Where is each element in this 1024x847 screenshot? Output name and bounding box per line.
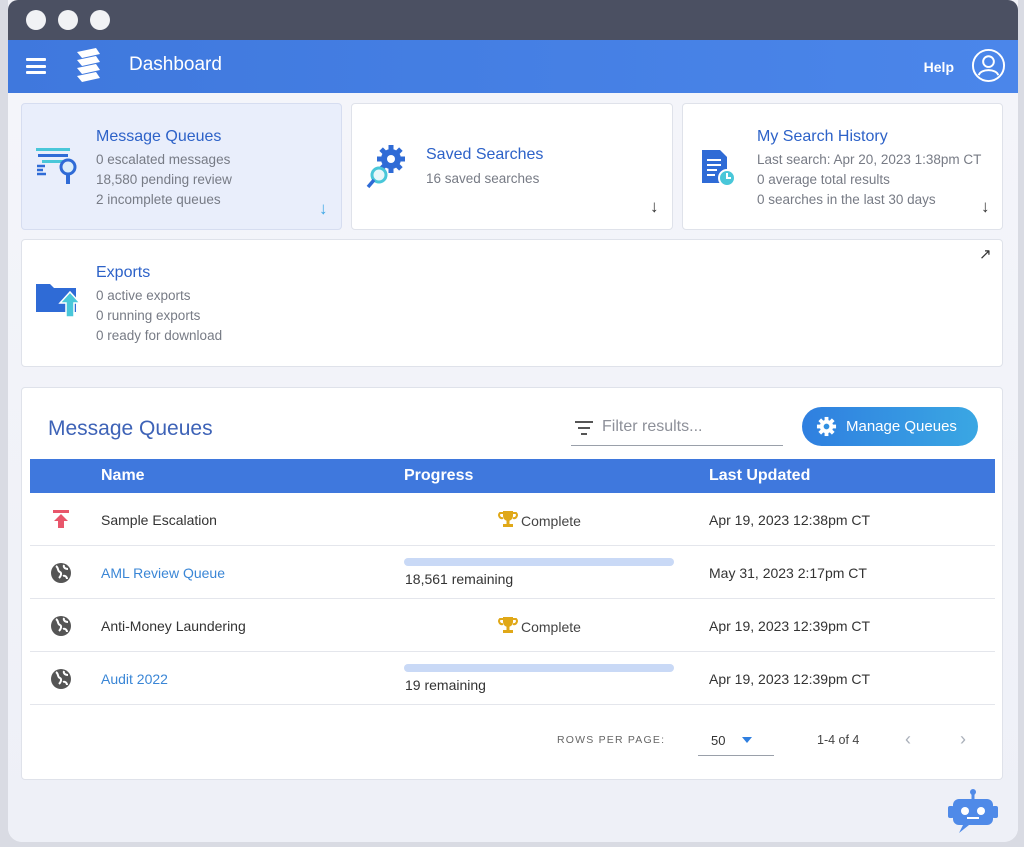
card-line: 0 running exports [96, 308, 201, 323]
caret-down-icon [742, 737, 752, 743]
app-window: Dashboard Help Message Queues 0 escalate… [8, 0, 1018, 842]
card-line: Last search: Apr 20, 2023 1:38pm CT [757, 152, 982, 167]
table-row[interactable]: Sample Escalation Complete Apr 19, 2023 … [30, 493, 995, 546]
status-complete: Complete [498, 615, 581, 635]
globe-icon [51, 616, 71, 636]
window-minimize-button[interactable] [58, 10, 78, 30]
panel-title: Message Queues [48, 417, 213, 440]
trophy-icon [498, 511, 518, 527]
page-title: Dashboard [129, 54, 222, 75]
queue-name[interactable]: Anti-Money Laundering [101, 618, 246, 634]
queue-name[interactable]: Sample Escalation [101, 512, 217, 528]
rows-per-page-label: ROWS PER PAGE: [557, 734, 666, 746]
page-range: 1-4 of 4 [817, 733, 860, 747]
column-header-name[interactable]: Name [101, 467, 145, 485]
card-line: 0 ready for download [96, 328, 223, 343]
last-updated: May 31, 2023 2:17pm CT [709, 565, 867, 581]
card-line: 0 escalated messages [96, 152, 231, 167]
remaining-count: 18,561 remaining [405, 571, 514, 587]
exports-card[interactable]: Exports 0 active exports 0 running expor… [21, 239, 1003, 367]
dashboard-content: Message Queues 0 escalated messages 18,5… [8, 93, 1018, 842]
gear-icon [816, 416, 837, 437]
queue-name-link[interactable]: Audit 2022 [101, 671, 168, 687]
column-header-last-updated[interactable]: Last Updated [709, 467, 810, 485]
globe-icon [51, 563, 71, 583]
table-row[interactable]: AML Review Queue 18,561 remaining May 31… [30, 546, 995, 599]
column-header-progress[interactable]: Progress [404, 467, 473, 485]
open-external-icon[interactable]: ↗ [979, 245, 992, 263]
status-text: Complete [521, 513, 581, 529]
rows-per-page-value: 50 [711, 733, 726, 748]
document-clock-icon [702, 150, 736, 187]
progress-bar [404, 664, 674, 672]
window-titlebar [8, 0, 1018, 40]
card-line: 18,580 pending review [96, 172, 232, 187]
remaining-count: 19 remaining [405, 677, 486, 693]
escalation-arrow-icon [53, 510, 69, 528]
status-text: Complete [521, 619, 581, 635]
card-line: 0 searches in the last 30 days [757, 192, 936, 207]
table-row[interactable]: Anti-Money Laundering Complete Apr 19, 2… [30, 599, 995, 652]
expand-arrow-icon[interactable]: ↓ [650, 197, 659, 217]
table-row[interactable]: Audit 2022 19 remaining Apr 19, 2023 12:… [30, 652, 995, 705]
manage-queues-label: Manage Queues [846, 418, 957, 435]
chatbot-robot-icon[interactable] [947, 788, 999, 834]
chevron-left-icon[interactable]: ‹ [905, 729, 911, 750]
card-line: 16 saved searches [426, 171, 540, 186]
window-close-button[interactable] [26, 10, 46, 30]
filter-input[interactable]: Filter results... [571, 410, 783, 446]
manage-queues-button[interactable]: Manage Queues [802, 407, 978, 446]
card-line: 2 incomplete queues [96, 192, 221, 207]
saved-searches-card[interactable]: Saved Searches 16 saved searches ↓ [351, 103, 673, 230]
expand-arrow-icon[interactable]: ↓ [981, 197, 990, 217]
last-updated: Apr 19, 2023 12:39pm CT [709, 618, 871, 634]
globe-icon [51, 669, 71, 689]
last-updated: Apr 19, 2023 12:38pm CT [709, 512, 871, 528]
card-title: Saved Searches [426, 146, 544, 163]
gear-magnifier-icon [366, 145, 405, 189]
trophy-icon [498, 617, 518, 633]
message-queues-card[interactable]: Message Queues 0 escalated messages 18,5… [21, 103, 342, 230]
hamburger-icon[interactable] [26, 58, 46, 74]
window-maximize-button[interactable] [90, 10, 110, 30]
app-bar: Dashboard Help [8, 40, 1018, 93]
filter-placeholder: Filter results... [602, 418, 703, 435]
folder-upload-icon [36, 284, 82, 318]
queue-name-link[interactable]: AML Review Queue [101, 565, 225, 581]
app-logo-icon [77, 48, 100, 82]
card-line: 0 average total results [757, 172, 890, 187]
progress-bar [404, 558, 674, 566]
card-title: Exports [96, 264, 151, 281]
user-circle-icon[interactable] [971, 48, 1006, 83]
card-title: My Search History [757, 128, 888, 145]
expand-arrow-icon[interactable]: ↓ [319, 199, 328, 219]
help-link[interactable]: Help [924, 59, 954, 75]
rows-per-page-select[interactable]: 50 [698, 724, 774, 756]
filter-icon [575, 421, 593, 435]
message-queues-panel: Message Queues Filter results... Manage … [21, 387, 1003, 780]
search-history-card[interactable]: My Search History Last search: Apr 20, 2… [682, 103, 1003, 230]
table-pagination: ROWS PER PAGE: 50 1-4 of 4 ‹ › [30, 718, 995, 768]
card-title: Message Queues [96, 128, 222, 145]
last-updated: Apr 19, 2023 12:39pm CT [709, 671, 871, 687]
card-line: 0 active exports [96, 288, 191, 303]
status-complete: Complete [498, 509, 581, 529]
table-header: Name Progress Last Updated [30, 459, 995, 493]
funnel-search-icon [36, 148, 77, 184]
chevron-right-icon[interactable]: › [960, 729, 966, 750]
